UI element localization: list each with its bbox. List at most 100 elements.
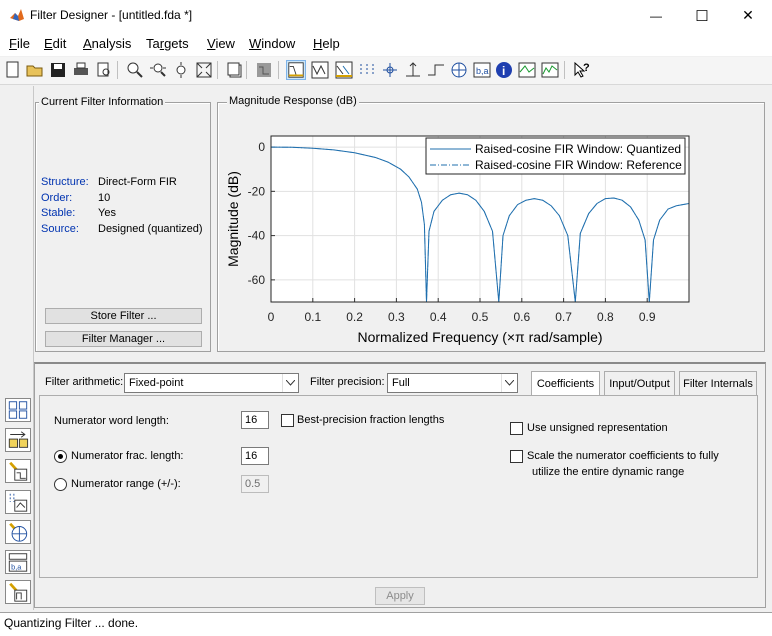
quantize-filter-icon[interactable] [5, 580, 31, 604]
y-axis-label: Magnitude (dB) [225, 171, 241, 267]
current-filter-info-title: Current Filter Information [39, 96, 166, 108]
window-title: Filter Designer - [untitled.fda *] [30, 8, 193, 22]
filter-manager-button[interactable]: Filter Manager ... [45, 331, 202, 347]
filter-arithmetic-value: Fixed-point [129, 377, 184, 389]
print-icon[interactable] [71, 60, 91, 80]
structure-label: Structure: [41, 176, 89, 188]
best-precision-label: Best-precision fraction lengths [297, 414, 445, 426]
menu-file[interactable]: File [9, 36, 30, 51]
store-filter-button[interactable]: Store Filter ... [45, 308, 202, 324]
minimize-icon: — [650, 8, 662, 23]
order-value: 10 [98, 192, 111, 204]
menu-help[interactable]: Help [313, 36, 340, 51]
numerator-frac-length-radio[interactable] [54, 450, 67, 463]
design-filter-icon[interactable] [5, 459, 31, 483]
filter-precision-value: Full [392, 377, 410, 389]
numerator-range-radio[interactable] [54, 478, 67, 491]
menu-window[interactable]: Window [249, 36, 295, 51]
x-tick-label: 0.5 [472, 310, 489, 324]
impulse-response-icon[interactable] [403, 60, 423, 80]
close-icon: ✕ [742, 7, 754, 23]
coefficients-icon[interactable]: b,a [472, 60, 492, 80]
whats-this-icon[interactable]: ? [572, 60, 592, 80]
y-tick-label: -60 [248, 273, 266, 287]
svg-text:b,a: b,a [476, 66, 489, 76]
scale-numerator-checkbox[interactable] [510, 450, 523, 463]
source-value: Designed (quantized) [98, 223, 203, 235]
toolbar-separator [117, 61, 118, 79]
pole-zero-icon[interactable] [449, 60, 469, 80]
chevron-down-icon [501, 374, 517, 392]
x-tick-label: 0.2 [346, 310, 363, 324]
menu-view[interactable]: View [207, 36, 235, 51]
pole-zero-editor-icon[interactable] [5, 520, 31, 544]
scale-numerator-label-line1: Scale the numerator coefficients to full… [527, 450, 719, 462]
group-delay-icon[interactable] [357, 60, 377, 80]
svg-text:b,a: b,a [11, 562, 22, 571]
menu-edit[interactable]: Edit [44, 36, 66, 51]
close-button[interactable]: ✕ [725, 0, 771, 31]
realize-model-icon[interactable] [5, 428, 31, 452]
numerator-frac-length-field[interactable]: 16 [241, 447, 269, 465]
zoom-in-icon[interactable] [125, 60, 145, 80]
filter-precision-dropdown[interactable]: Full [387, 373, 518, 393]
menu-analysis[interactable]: Analysis [83, 36, 131, 51]
mag-phase-icon[interactable] [334, 60, 354, 80]
zoom-x-icon[interactable] [148, 60, 168, 80]
toolbar-separator [278, 61, 279, 79]
maximize-button[interactable]: ☐ [679, 0, 725, 31]
filter-arithmetic-label: Filter arithmetic: [45, 376, 124, 388]
apply-button: Apply [375, 587, 425, 605]
numerator-word-length-field[interactable]: 16 [241, 411, 269, 429]
new-icon[interactable] [3, 60, 23, 80]
magnitude-response-icon[interactable] [286, 60, 306, 80]
numerator-word-length-label: Numerator word length: [54, 415, 169, 427]
svg-text:i: i [502, 64, 505, 78]
transform-filter-icon[interactable] [5, 398, 31, 422]
x-tick-label: 0.4 [430, 310, 447, 324]
filter-precision-label: Filter precision: [310, 376, 385, 388]
status-text: Quantizing Filter ... done. [4, 616, 139, 630]
y-tick-label: -20 [248, 184, 266, 198]
step-response-icon[interactable] [426, 60, 446, 80]
open-icon[interactable] [25, 60, 45, 80]
order-label: Order: [41, 192, 73, 204]
numerator-range-field: 0.5 [241, 475, 269, 493]
svg-text:?: ? [583, 62, 590, 74]
x-tick-label: 0.8 [597, 310, 614, 324]
magnitude-estimate-icon[interactable] [517, 60, 537, 80]
tab-coefficients[interactable]: Coefficients [531, 371, 600, 395]
full-view-icon[interactable] [194, 60, 214, 80]
x-tick-label: 0.9 [639, 310, 656, 324]
tab-input-output[interactable]: Input/Output [604, 371, 675, 395]
y-tick-label: 0 [258, 140, 265, 154]
filter-spec-icon[interactable] [254, 60, 274, 80]
maximize-icon: ☐ [695, 7, 709, 25]
new-window-icon[interactable] [225, 60, 245, 80]
x-tick-label: 0.3 [388, 310, 405, 324]
noise-power-icon[interactable] [540, 60, 560, 80]
numerator-frac-length-label: Numerator frac. length: [71, 450, 184, 462]
phase-delay-icon[interactable] [380, 60, 400, 80]
x-tick-label: 0.7 [555, 310, 572, 324]
save-icon[interactable] [48, 60, 68, 80]
stable-value: Yes [98, 207, 116, 219]
info-icon[interactable]: i [494, 60, 514, 80]
best-precision-checkbox[interactable] [281, 414, 294, 427]
magnitude-chart: 0 0.1 0.2 0.3 0.4 0.5 0.6 0.7 0.8 0.9 0 -20 -40 -60 No… [225, 135, 690, 345]
unsigned-representation-checkbox[interactable] [510, 422, 523, 435]
matlab-icon [9, 7, 25, 23]
chevron-down-icon [282, 374, 298, 392]
menu-targets[interactable]: Targets [146, 36, 189, 51]
legend-label-reference: Raised-cosine FIR Window: Reference [475, 158, 682, 172]
import-filter-icon[interactable] [5, 490, 31, 514]
filter-arithmetic-dropdown[interactable]: Fixed-point [124, 373, 299, 393]
phase-response-icon[interactable] [310, 60, 330, 80]
tab-filter-internals[interactable]: Filter Internals [679, 371, 757, 395]
x-tick-label: 0.6 [513, 310, 530, 324]
y-tick-label: -40 [248, 229, 266, 243]
multirate-icon[interactable]: b,a [5, 550, 31, 574]
print-preview-icon[interactable] [94, 60, 114, 80]
minimize-button[interactable]: — [633, 0, 679, 31]
zoom-y-icon[interactable] [171, 60, 191, 80]
